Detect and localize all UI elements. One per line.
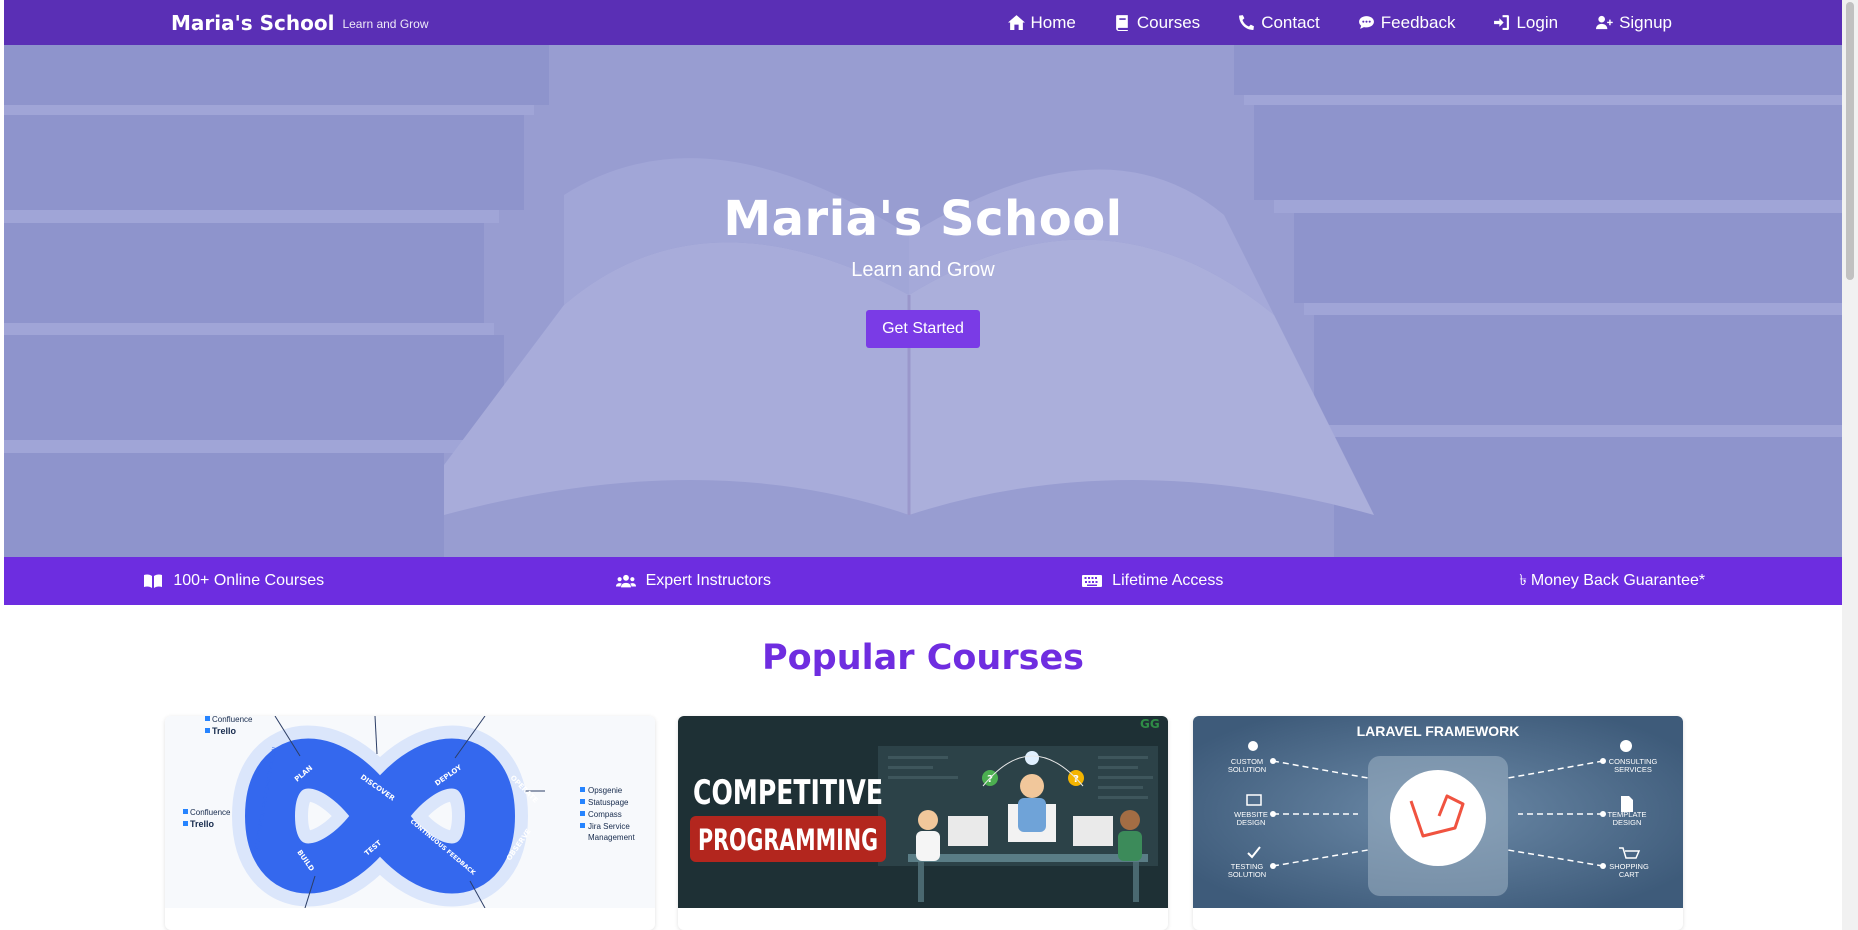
- tool-confluence-top: Confluence: [212, 716, 253, 724]
- nav-home-label: Home: [1030, 12, 1076, 32]
- feature-lifetime-access: Lifetime Access: [923, 557, 1383, 605]
- tool-trello-top: Trello: [212, 726, 237, 736]
- laravel-title: LARAVEL FRAMEWORK: [1357, 723, 1520, 739]
- laravel-left-0-b: SOLUTION: [1228, 765, 1266, 774]
- nav-signup[interactable]: Signup: [1596, 13, 1672, 33]
- tool-statuspage: Statuspage: [588, 798, 629, 807]
- cp-line1: COMPETITIVE: [693, 773, 883, 813]
- nav-contact[interactable]: Contact: [1238, 13, 1320, 33]
- nav-login[interactable]: Login: [1493, 13, 1558, 33]
- scrollbar-thumb[interactable]: [1846, 2, 1854, 280]
- nav-courses-label: Courses: [1136, 12, 1201, 32]
- tool-trello-bottom: Trello: [190, 819, 215, 829]
- brand-link[interactable]: Maria's School Learn and Grow: [171, 0, 429, 45]
- hero-content: Maria's School Learn and Grow Get Starte…: [4, 191, 1842, 348]
- cp-line2: PROGRAMMING: [698, 823, 878, 857]
- book-icon: [1116, 15, 1128, 31]
- feature-expert-instructors-label: Expert Instructors: [645, 572, 771, 589]
- hero-title: Maria's School: [723, 191, 1123, 247]
- taka-icon: ৳: [1519, 571, 1527, 589]
- hero-subtitle: Learn and Grow: [851, 259, 995, 281]
- get-started-button[interactable]: Get Started: [866, 310, 980, 348]
- brand-name: Maria's School: [171, 10, 335, 35]
- laravel-right-0-b: SERVICES: [1614, 765, 1652, 774]
- tool-opsgenie: Opsgenie: [588, 786, 623, 795]
- laravel-right-2-b: CART: [1619, 870, 1640, 879]
- competitive-programming-image: COMPETITIVE PROGRAMMING ? ? GG: [678, 716, 1168, 908]
- gear-icon: [1248, 741, 1258, 751]
- nav-home[interactable]: Home: [1007, 12, 1076, 33]
- feature-money-back: ৳ Money Back Guarantee*: [1383, 557, 1843, 605]
- feature-online-courses: 100+ Online Courses: [4, 557, 464, 605]
- hero-banner: Maria's School Learn and Grow Get Starte…: [4, 45, 1842, 557]
- laravel-right-1-b: DESIGN: [1613, 818, 1642, 827]
- nav-signup-label: Signup: [1619, 12, 1672, 32]
- sign-in-icon: [1494, 15, 1510, 30]
- course-card-devops[interactable]: PLAN DISCOVER DEPLOY OPERATE OBSERVE CON…: [165, 716, 655, 930]
- course-card-competitive-programming[interactable]: COMPETITIVE PROGRAMMING ? ? GG: [678, 716, 1168, 930]
- phone-icon: [1239, 15, 1255, 30]
- open-book-icon: [144, 574, 163, 588]
- tool-compass: Compass: [588, 810, 622, 819]
- feature-online-courses-label: 100+ Online Courses: [173, 572, 325, 589]
- brand-tagline: Learn and Grow: [342, 16, 429, 31]
- user-plus-icon: [1596, 15, 1613, 30]
- devops-infinity-diagram-image: PLAN DISCOVER DEPLOY OPERATE OBSERVE CON…: [165, 716, 655, 908]
- comment-icon: [1358, 16, 1374, 29]
- nav-contact-label: Contact: [1261, 12, 1320, 32]
- navbar: Maria's School Learn and Grow Home Cours…: [4, 0, 1842, 45]
- gfg-logo: GG: [1140, 717, 1160, 731]
- nav-menu: Home Courses Contact Feedback Login Sign…: [1007, 0, 1672, 45]
- laravel-left-2-b: SOLUTION: [1228, 870, 1266, 879]
- users-icon: [615, 574, 636, 588]
- nav-feedback[interactable]: Feedback: [1358, 12, 1456, 33]
- nav-login-label: Login: [1516, 12, 1559, 32]
- keyboard-icon: [1082, 575, 1103, 587]
- home-icon: [1007, 15, 1025, 30]
- tool-confluence-bottom: Confluence: [190, 808, 231, 817]
- feature-lifetime-access-label: Lifetime Access: [1112, 572, 1224, 589]
- head-icon: [1620, 740, 1632, 752]
- features-band: 100+ Online Courses Expert Instructors L…: [4, 557, 1842, 605]
- feature-expert-instructors: Expert Instructors: [464, 557, 924, 605]
- page-scrollbar[interactable]: [1842, 0, 1858, 930]
- document-icon: [1621, 796, 1633, 812]
- laravel-left-1-b: DESIGN: [1237, 818, 1266, 827]
- tool-jira-service: Jira Service: [588, 822, 630, 831]
- popular-courses-title: Popular Courses: [761, 638, 1085, 678]
- tool-management: Management: [588, 833, 635, 842]
- nav-courses[interactable]: Courses: [1114, 13, 1200, 33]
- feature-money-back-label: Money Back Guarantee*: [1530, 572, 1706, 589]
- course-card-laravel[interactable]: LARAVEL FRAMEWORK CUSTOM SOLUTION WEBSIT…: [1193, 716, 1683, 930]
- laravel-framework-image: LARAVEL FRAMEWORK CUSTOM SOLUTION WEBSIT…: [1193, 716, 1683, 908]
- nav-feedback-label: Feedback: [1380, 12, 1456, 32]
